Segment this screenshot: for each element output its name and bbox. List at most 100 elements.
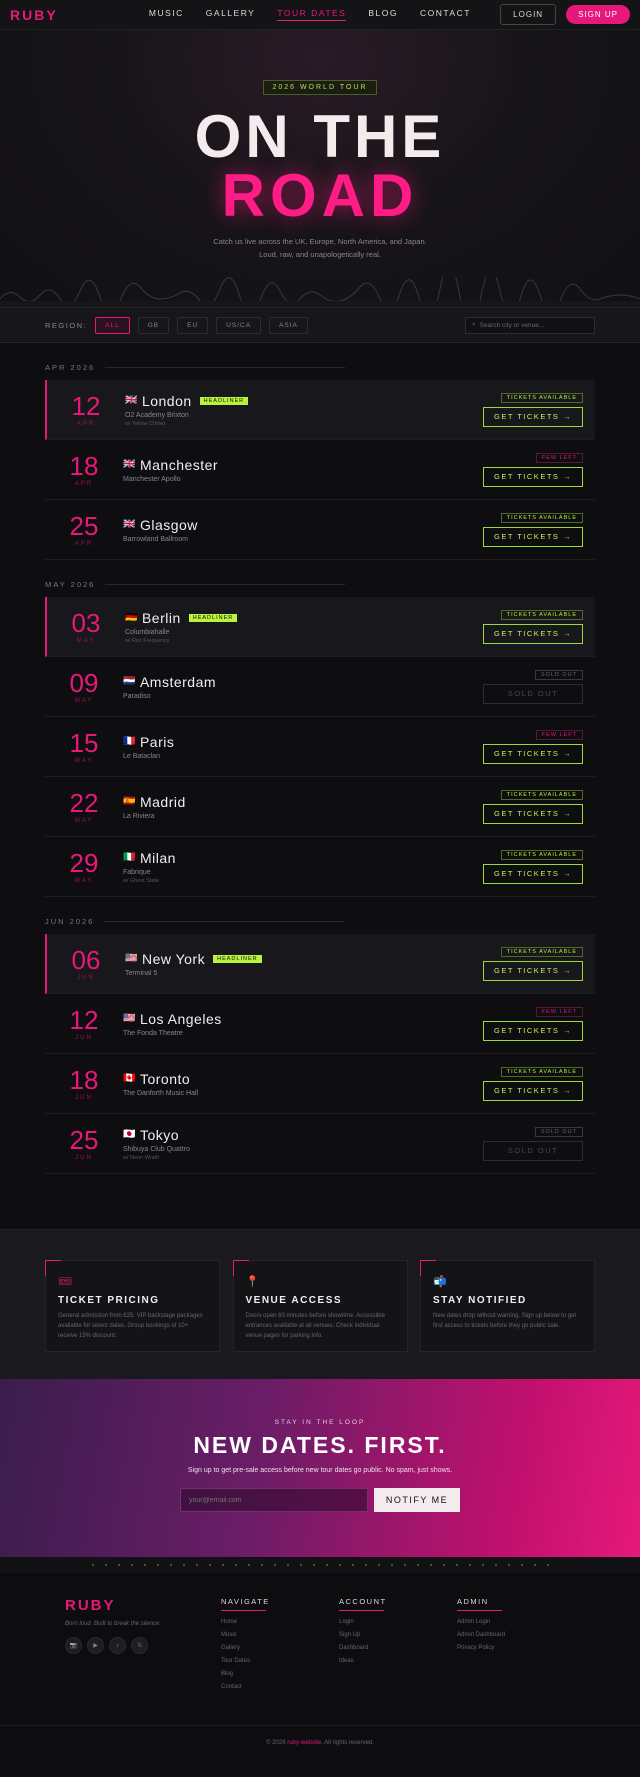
show-info: 🇪🇸 Madrid La Riviera bbox=[123, 794, 473, 820]
city-name: Tokyo bbox=[139, 1126, 180, 1143]
month-divider bbox=[105, 367, 346, 368]
ticket-area: FEW LEFT GET TICKETS → bbox=[473, 452, 583, 487]
ticket-area: FEW LEFT GET TICKETS → bbox=[473, 729, 583, 764]
get-tickets-button[interactable]: GET TICKETS → bbox=[483, 623, 583, 644]
status-badge: TICKETS AVAILABLE bbox=[500, 849, 583, 860]
copyright: © 2026 ruby-website. All rights reserved… bbox=[0, 1725, 640, 1777]
dot-divider bbox=[0, 1557, 640, 1573]
footer-link[interactable]: Music bbox=[221, 1632, 339, 1638]
get-tickets-button[interactable]: GET TICKETS → bbox=[483, 803, 583, 824]
region-chip-eu[interactable]: EU bbox=[177, 316, 209, 334]
get-tickets-button[interactable]: GET TICKETS → bbox=[483, 863, 583, 884]
nav-link-contact[interactable]: CONTACT bbox=[420, 8, 471, 21]
search-input[interactable]: ⌕ Search city or venue... bbox=[465, 316, 595, 334]
footer-column-account: ACCOUNT Login Sign Up Dashboard Ideas bbox=[339, 1597, 457, 1725]
date-month: JUN bbox=[77, 974, 95, 981]
footer-link[interactable]: Admin Login bbox=[457, 1619, 575, 1625]
youtube-icon[interactable]: ▶ bbox=[87, 1637, 104, 1654]
instagram-icon[interactable]: 📷 bbox=[65, 1637, 82, 1654]
footer-link[interactable]: Admin Dashboard bbox=[457, 1632, 575, 1638]
region-chip-us-ca[interactable]: US/CA bbox=[216, 316, 262, 334]
tour-date-row: 03 MAY 🇩🇪 Berlin HEADLINER Columbiahalle w/ Ri… bbox=[45, 597, 595, 657]
x-icon[interactable]: 𝕏 bbox=[131, 1637, 148, 1654]
dot bbox=[247, 1564, 250, 1566]
dot bbox=[351, 1564, 354, 1566]
show-info: 🇺🇸 New York HEADLINER Terminal 5 bbox=[125, 951, 473, 977]
flag-icon: 🇬🇧 bbox=[123, 459, 136, 470]
card-corner-accent bbox=[420, 1260, 436, 1276]
venue-name: O2 Academy Brixton bbox=[125, 411, 189, 419]
region-chip-gb[interactable]: GB bbox=[137, 316, 170, 334]
footer-logo[interactable]: RUBY bbox=[65, 1597, 221, 1614]
nav-link-tour-dates[interactable]: TOUR DATES bbox=[277, 8, 347, 21]
get-tickets-button[interactable]: GET TICKETS → bbox=[483, 960, 583, 981]
email-field[interactable] bbox=[180, 1488, 368, 1512]
get-tickets-button[interactable]: GET TICKETS → bbox=[483, 466, 583, 487]
music-icon[interactable]: ♪ bbox=[109, 1637, 126, 1654]
dot bbox=[299, 1564, 302, 1566]
copyright-link[interactable]: ruby-website bbox=[287, 1740, 321, 1746]
get-tickets-button[interactable]: GET TICKETS → bbox=[483, 1020, 583, 1041]
footer-link[interactable]: Ideas bbox=[339, 1658, 457, 1664]
date-block: 09 MAY bbox=[45, 670, 123, 704]
footer-link[interactable]: Tour Dates bbox=[221, 1658, 339, 1664]
signup-button[interactable]: SIGN UP bbox=[566, 5, 630, 24]
ticket-area: FEW LEFT GET TICKETS → bbox=[473, 1006, 583, 1041]
venue-name: Paradiso bbox=[123, 692, 151, 700]
status-badge: TICKETS AVAILABLE bbox=[500, 789, 583, 800]
footer-link[interactable]: Dashboard bbox=[339, 1645, 457, 1651]
info-card: 📍 VENUE ACCESS Doors open 60 minutes befor… bbox=[232, 1260, 408, 1352]
show-info: 🇨🇦 Toronto The Danforth Music Hall bbox=[123, 1071, 473, 1097]
cta-title: NEW DATES. FIRST. bbox=[193, 1432, 447, 1458]
show-info: 🇺🇸 Los Angeles The Fonda Theatre bbox=[123, 1011, 473, 1037]
footer-link[interactable]: Contact bbox=[221, 1684, 339, 1690]
city-line: 🇺🇸 Los Angeles bbox=[123, 1011, 473, 1027]
footer-link[interactable]: Privacy Policy bbox=[457, 1645, 575, 1651]
footer-link[interactable]: Login bbox=[339, 1619, 457, 1625]
date-day: 18 bbox=[69, 450, 99, 481]
date-block: 12 JUN bbox=[45, 1007, 123, 1041]
nav-link-blog[interactable]: BLOG bbox=[368, 8, 398, 21]
flag-icon: 🇮🇹 bbox=[123, 852, 136, 863]
status-badge: TICKETS AVAILABLE bbox=[500, 946, 583, 957]
nav-link-music[interactable]: MUSIC bbox=[149, 8, 184, 21]
hero-subtitle-1: Catch us live across the UK, Europe, Nor… bbox=[213, 237, 427, 246]
logo[interactable]: RUBY bbox=[10, 7, 58, 23]
login-button[interactable]: LOGIN bbox=[500, 4, 557, 25]
newsletter-form: NOTIFY ME bbox=[0, 1488, 640, 1512]
ticket-area: TICKETS AVAILABLE GET TICKETS → bbox=[473, 512, 583, 547]
get-tickets-button[interactable]: GET TICKETS → bbox=[483, 743, 583, 764]
status-badge: FEW LEFT bbox=[535, 729, 583, 740]
flag-icon: 🇳🇱 bbox=[123, 676, 136, 687]
footer-column-title: ADMIN bbox=[457, 1597, 489, 1606]
footer-column-admin: ADMIN Admin Login Admin Dashboard Privacy P… bbox=[457, 1597, 575, 1725]
search-icon: ⌕ bbox=[472, 321, 476, 328]
footer-link[interactable]: Home bbox=[221, 1619, 339, 1625]
support-act: w/ Yellow Chilies bbox=[125, 420, 166, 427]
region-label: REGION: bbox=[45, 320, 88, 330]
get-tickets-button[interactable]: GET TICKETS → bbox=[483, 526, 583, 547]
region-chip-all[interactable]: ALL bbox=[95, 316, 130, 334]
info-card-title: STAY NOTIFIED bbox=[433, 1295, 527, 1306]
footer-link[interactable]: Sign Up bbox=[339, 1632, 457, 1638]
status-badge: SOLD OUT bbox=[534, 1126, 583, 1137]
date-block: 06 JUN bbox=[47, 947, 125, 981]
nav-link-gallery[interactable]: GALLERY bbox=[206, 8, 256, 21]
footer-link[interactable]: Blog bbox=[221, 1671, 339, 1677]
show-info: 🇫🇷 Paris Le Bataclan bbox=[123, 734, 473, 760]
dot bbox=[143, 1564, 146, 1566]
date-month: MAY bbox=[76, 637, 96, 644]
flag-icon: 🇬🇧 bbox=[125, 395, 138, 406]
footer-link[interactable]: Gallery bbox=[221, 1645, 339, 1651]
dot bbox=[507, 1564, 510, 1566]
notify-button[interactable]: NOTIFY ME bbox=[374, 1488, 460, 1512]
get-tickets-button[interactable]: GET TICKETS → bbox=[483, 1080, 583, 1101]
tour-date-row: 15 MAY 🇫🇷 Paris Le Bataclan FEW LEFT GET TICKE… bbox=[45, 717, 595, 777]
dot bbox=[130, 1564, 133, 1566]
city-line: 🇯🇵 Tokyo bbox=[123, 1127, 473, 1143]
dot bbox=[195, 1564, 198, 1566]
ticket-area: TICKETS AVAILABLE GET TICKETS → bbox=[473, 789, 583, 824]
region-chip-asia[interactable]: ASIA bbox=[269, 316, 308, 334]
city-name: Toronto bbox=[139, 1070, 191, 1087]
get-tickets-button[interactable]: GET TICKETS → bbox=[483, 406, 583, 427]
